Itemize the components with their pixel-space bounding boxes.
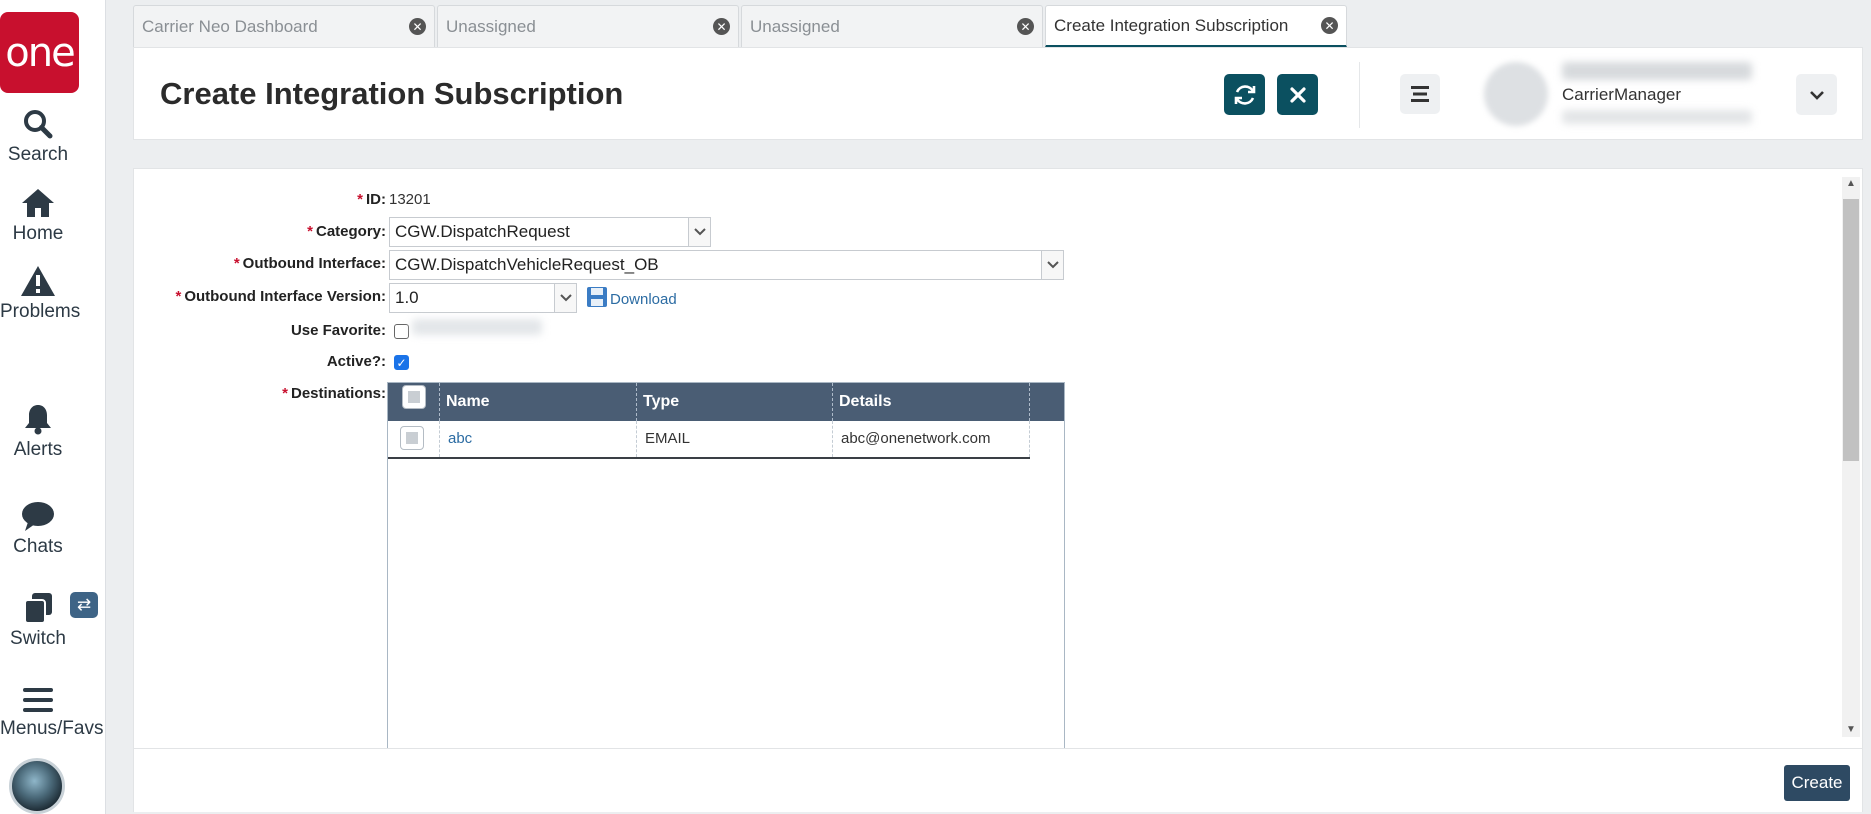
outbound-version-value: 1.0 xyxy=(395,288,419,307)
nav-chats-label: Chats xyxy=(13,536,63,557)
page-title: Create Integration Subscription xyxy=(160,76,624,111)
outbound-version-select[interactable]: 1.0 xyxy=(389,283,577,313)
scroll-thumb[interactable] xyxy=(1843,199,1859,461)
close-page-button[interactable] xyxy=(1277,74,1318,115)
download-label: Download xyxy=(610,291,677,308)
nav-alerts-label: Alerts xyxy=(13,439,63,460)
save-icon xyxy=(587,287,607,307)
chevron-down-icon xyxy=(1809,90,1824,100)
user-role: CarrierManager xyxy=(1562,85,1682,104)
destination-type: EMAIL xyxy=(637,421,833,457)
switch-badge-icon[interactable]: ⇄ xyxy=(70,592,98,618)
close-icon[interactable]: ✕ xyxy=(713,18,730,35)
use-favorite-label: Use Favorite: xyxy=(290,322,386,339)
tab-label: Unassigned xyxy=(750,16,840,36)
nav-home-label: Home xyxy=(12,223,64,244)
destinations-label: * Destinations: xyxy=(282,385,386,402)
header-divider xyxy=(1359,62,1360,128)
home-icon xyxy=(22,189,54,217)
row-checkbox[interactable] xyxy=(400,426,424,450)
chevron-down-icon[interactable] xyxy=(688,218,710,246)
column-header-details[interactable]: Details xyxy=(833,383,1030,421)
tab-unassigned-1[interactable]: Unassigned ✕ xyxy=(437,5,739,47)
user-name-redacted xyxy=(1562,62,1752,80)
nav-switch[interactable]: Switch xyxy=(0,592,76,650)
column-header-type[interactable]: Type xyxy=(637,383,833,421)
nav-problems[interactable]: Problems xyxy=(0,265,81,323)
menu-icon xyxy=(23,688,53,712)
chevron-down-icon[interactable] xyxy=(554,284,576,312)
close-icon[interactable]: ✕ xyxy=(1017,18,1034,35)
destination-name-link[interactable]: abc xyxy=(440,421,637,457)
nav-search-label: Search xyxy=(7,144,69,165)
tab-carrier-neo-dashboard[interactable]: Carrier Neo Dashboard ✕ xyxy=(133,5,435,47)
bell-icon xyxy=(25,405,51,435)
category-value: CGW.DispatchRequest xyxy=(395,222,570,241)
tab-bar: Carrier Neo Dashboard ✕ Unassigned ✕ Una… xyxy=(133,5,1349,47)
scroll-up-arrow-icon[interactable]: ▲ xyxy=(1842,177,1860,191)
refresh-icon xyxy=(1234,84,1255,105)
search-icon xyxy=(24,110,53,139)
nav-alerts[interactable]: Alerts xyxy=(0,403,76,461)
destinations-grid: Name Type Details abc EMAIL abc@onenetwo… xyxy=(387,382,1065,749)
hamburger-icon xyxy=(1411,86,1429,102)
scroll-down-arrow-icon[interactable]: ▼ xyxy=(1842,723,1860,737)
close-icon[interactable]: ✕ xyxy=(409,18,426,35)
close-icon[interactable]: ✕ xyxy=(1321,17,1338,34)
nav-menus-favs[interactable]: Menus/Favs xyxy=(0,686,104,740)
nav-switch-label: Switch xyxy=(10,628,66,649)
active-label: Active?: xyxy=(326,353,386,370)
one-logo[interactable]: one xyxy=(0,12,79,93)
outbound-interface-label: * Outbound Interface: xyxy=(233,255,386,272)
page-header: Create Integration Subscription CarrierM… xyxy=(133,47,1863,140)
download-link[interactable]: Download xyxy=(586,286,677,308)
nav-search[interactable]: Search xyxy=(0,108,76,166)
outbound-version-label: * Outbound Interface Version: xyxy=(175,288,386,305)
refresh-button[interactable] xyxy=(1224,74,1265,115)
row-select-cell xyxy=(388,421,440,457)
tab-create-integration-subscription[interactable]: Create Integration Subscription ✕ xyxy=(1045,5,1347,47)
tab-label: Create Integration Subscription xyxy=(1054,15,1289,35)
nav-problems-label: Problems xyxy=(0,301,81,322)
select-all-checkbox[interactable] xyxy=(402,385,426,409)
id-value: 13201 xyxy=(389,191,431,208)
user-avatar[interactable] xyxy=(1484,62,1548,126)
active-checkbox[interactable]: ✓ xyxy=(394,355,409,370)
assistant-avatar[interactable] xyxy=(9,758,65,814)
grid-header: Name Type Details xyxy=(388,383,1064,421)
chat-icon xyxy=(22,502,54,531)
category-select[interactable]: CGW.DispatchRequest xyxy=(389,217,711,247)
close-icon xyxy=(1289,86,1306,103)
chevron-down-icon[interactable] xyxy=(1041,251,1063,279)
left-navigation: one Search Home Problems Alerts Chats Sw… xyxy=(0,0,106,814)
form-panel: * ID: 13201 * Category: CGW.DispatchReques… xyxy=(133,168,1863,812)
form-footer: Create xyxy=(134,748,1862,812)
tab-unassigned-2[interactable]: Unassigned ✕ xyxy=(741,5,1043,47)
vertical-scrollbar[interactable]: ▲ ▼ xyxy=(1842,177,1860,737)
nav-menus-favs-label: Menus/Favs xyxy=(0,718,104,739)
switch-icon xyxy=(24,593,52,624)
nav-home[interactable]: Home xyxy=(0,187,76,245)
tab-label: Unassigned xyxy=(446,16,536,36)
tab-label: Carrier Neo Dashboard xyxy=(142,16,318,36)
category-label: * Category: xyxy=(307,223,386,240)
user-dropdown-button[interactable] xyxy=(1796,74,1837,115)
create-button[interactable]: Create xyxy=(1784,765,1850,801)
grid-header-select xyxy=(388,383,440,421)
destination-details: abc@onenetwork.com xyxy=(833,421,1030,457)
user-org-redacted xyxy=(1562,110,1752,124)
favorite-redacted xyxy=(412,319,542,335)
outbound-interface-value: CGW.DispatchVehicleRequest_OB xyxy=(395,255,659,274)
outbound-interface-select[interactable]: CGW.DispatchVehicleRequest_OB xyxy=(389,250,1064,280)
use-favorite-checkbox[interactable] xyxy=(394,324,409,339)
id-label: * ID: xyxy=(357,191,386,208)
nav-chats[interactable]: Chats xyxy=(0,500,76,558)
table-row[interactable]: abc EMAIL abc@onenetwork.com xyxy=(388,421,1030,459)
warning-icon xyxy=(21,266,55,296)
page-menu-button[interactable] xyxy=(1400,74,1440,114)
column-header-name[interactable]: Name xyxy=(440,383,637,421)
